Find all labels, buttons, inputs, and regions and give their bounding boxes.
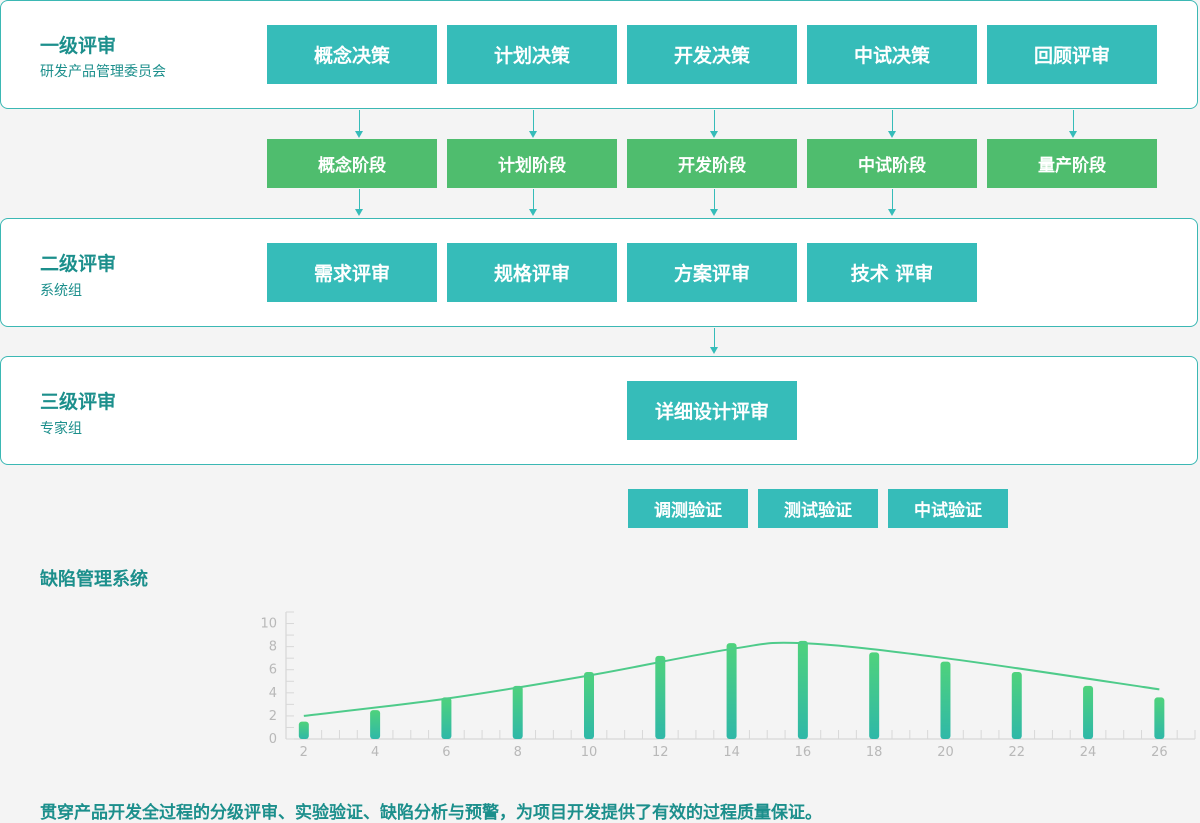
x-tick-label: 14: [723, 745, 740, 760]
chart-bar: [512, 685, 523, 739]
y-tick-label: 2: [269, 709, 277, 724]
chart-bar: [1154, 697, 1165, 739]
x-tick-label: 12: [652, 745, 669, 760]
y-tick-label: 4: [269, 686, 277, 701]
footer-text: 贯穿产品开发全过程的分级评审、实验验证、缺陷分析与预警，为项目开发提供了有效的过…: [40, 803, 822, 823]
y-tick-label: 8: [269, 640, 277, 655]
chart-bar: [441, 697, 452, 739]
chart-bar: [1011, 672, 1022, 739]
chart-bar: [940, 661, 951, 739]
x-tick-label: 8: [514, 745, 522, 760]
chart-bar: [726, 643, 737, 739]
x-tick-label: 6: [442, 745, 450, 760]
chart-bar: [298, 721, 309, 739]
chart-bar: [584, 672, 594, 739]
x-tick-label: 22: [1008, 745, 1025, 760]
y-tick-label: 10: [260, 617, 277, 632]
chart-bar: [869, 652, 880, 739]
x-tick-label: 26: [1151, 745, 1168, 760]
x-tick-label: 10: [581, 745, 598, 760]
x-tick-label: 24: [1080, 745, 1097, 760]
defect-chart: 02468102 4 6 8 10 12 14 16 18 20 22 24 26: [260, 611, 1196, 760]
x-tick-label: 20: [937, 745, 954, 760]
chart-bar: [655, 655, 666, 739]
x-tick-label: 4: [371, 745, 379, 760]
chart-bar: [370, 710, 381, 739]
x-tick-label: 2: [300, 745, 308, 760]
y-tick-label: 6: [269, 663, 277, 678]
x-tick-label: 16: [795, 745, 812, 760]
chart-bar: [797, 640, 808, 739]
x-tick-label: 18: [866, 745, 883, 760]
chart-bar: [1083, 685, 1094, 739]
y-tick-label: 0: [269, 732, 277, 747]
